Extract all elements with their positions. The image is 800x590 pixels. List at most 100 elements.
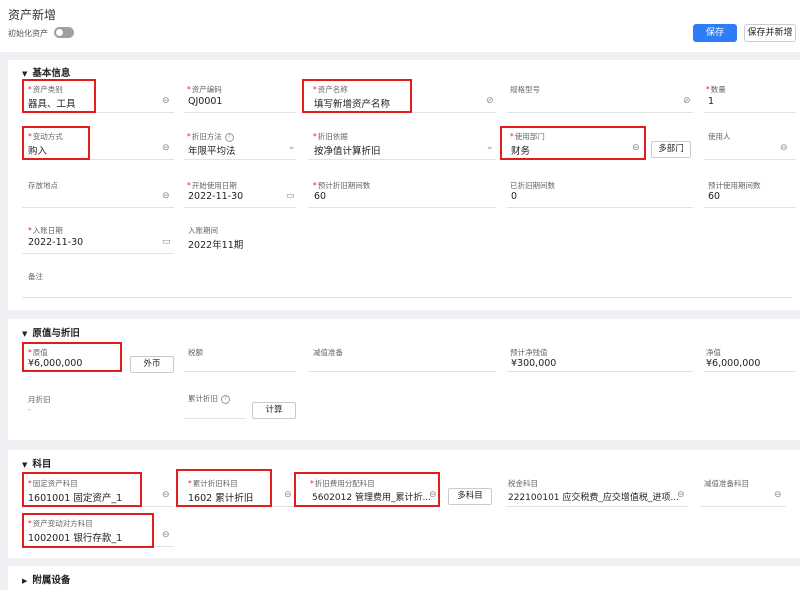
entry-period-value: 2022年11期 — [188, 240, 244, 251]
tax-label: 税额 — [188, 348, 203, 357]
edit-icon[interactable]: ⊘ — [486, 96, 494, 106]
init-asset-label: 初始化资产 — [8, 29, 48, 38]
highlight-box — [22, 513, 154, 548]
remark-input[interactable] — [22, 297, 792, 298]
start-date-label: *开始使用日期 — [187, 181, 237, 190]
calendar-icon[interactable]: ▭ — [162, 237, 171, 247]
highlight-box — [22, 472, 142, 507]
spec-underline — [507, 112, 693, 113]
entry-date-underline — [22, 253, 174, 254]
dep-basis-underline — [308, 159, 496, 160]
net-value: ¥6,000,000 — [706, 358, 761, 369]
salvage-input[interactable]: ¥300,000 — [511, 358, 556, 369]
foreign-currency-button[interactable]: 外币 — [130, 356, 174, 373]
highlight-box — [22, 79, 96, 113]
multi-dept-button[interactable]: 多部门 — [651, 141, 691, 158]
impair-subject-label: 减值准备科目 — [704, 479, 749, 488]
done-periods-input[interactable]: 0 — [511, 191, 517, 202]
user-label: 使用人 — [708, 132, 731, 141]
original-value-title[interactable]: ▼ 原值与折旧 — [22, 325, 80, 339]
tax-input[interactable] — [184, 371, 296, 372]
init-asset-toggle[interactable] — [54, 27, 74, 38]
more-icon[interactable]: ⊖ — [284, 490, 292, 500]
dep-method-select[interactable]: 年限平均法 — [188, 143, 236, 157]
more-icon[interactable]: ⊖ — [677, 490, 685, 500]
dep-basis-label: *折旧依据 — [313, 132, 348, 141]
qty-underline — [704, 112, 796, 113]
spec-label: 规格型号 — [510, 85, 540, 94]
more-icon[interactable]: ⊖ — [162, 191, 170, 201]
collapse-caret-icon: ▼ — [22, 70, 28, 78]
accum-dep-label: 累计折旧? — [188, 393, 230, 404]
user-underline — [704, 159, 796, 160]
original-value-section — [8, 319, 800, 440]
tax-subject-underline — [506, 506, 688, 507]
expand-caret-icon: ▶ — [22, 577, 28, 585]
qty-label: *数量 — [706, 85, 726, 94]
chevron-down-icon[interactable]: ⌄ — [486, 142, 494, 152]
highlight-box — [176, 469, 272, 507]
done-periods-underline — [507, 207, 693, 208]
entry-date-label: *入账日期 — [28, 226, 63, 235]
page-header — [0, 0, 800, 52]
help-icon: ? — [224, 132, 234, 142]
more-icon[interactable]: ⊖ — [162, 143, 170, 153]
dep-method-label: *折旧方法? — [187, 131, 234, 142]
location-underline — [22, 207, 174, 208]
highlight-box — [302, 79, 412, 113]
edit-icon[interactable]: ⊘ — [683, 96, 691, 106]
location-label: 存放地点 — [28, 181, 58, 190]
net-underline — [704, 371, 796, 372]
use-periods-underline — [704, 207, 796, 208]
impair-label: 减值准备 — [313, 348, 343, 357]
dep-basis-select[interactable]: 按净值计算折旧 — [314, 143, 381, 157]
collapse-caret-icon: ▼ — [22, 461, 28, 469]
impair-input[interactable] — [308, 371, 496, 372]
more-icon[interactable]: ⊖ — [162, 490, 170, 500]
start-date-input[interactable]: 2022-11-30 — [188, 191, 243, 202]
collapse-caret-icon: ▼ — [22, 330, 28, 338]
code-underline — [184, 112, 296, 113]
calendar-icon[interactable]: ▭ — [286, 191, 295, 201]
est-periods-input[interactable]: 60 — [314, 191, 326, 202]
highlight-box — [294, 472, 440, 507]
code-input[interactable]: QJ0001 — [188, 96, 222, 107]
highlight-box — [22, 126, 90, 160]
start-date-underline — [184, 207, 296, 208]
done-periods-label: 已折旧期间数 — [510, 181, 555, 190]
multi-subject-button[interactable]: 多科目 — [448, 488, 492, 505]
page-title: 资产新增 — [8, 8, 57, 22]
subject-title[interactable]: ▼ 科目 — [22, 456, 51, 470]
dep-method-underline — [184, 159, 296, 160]
save-button[interactable]: 保存 — [693, 24, 737, 42]
est-periods-underline — [308, 207, 496, 208]
highlight-box — [22, 342, 122, 372]
entry-period-label: 入账期间 — [188, 226, 218, 235]
code-label: *资产编码 — [187, 85, 222, 94]
entry-date-input[interactable]: 2022-11-30 — [28, 237, 83, 248]
basic-info-title[interactable]: ▼ 基本信息 — [22, 65, 70, 79]
help-icon: ? — [221, 394, 230, 404]
save-and-add-button[interactable]: 保存并新增 — [744, 24, 796, 42]
calculate-button[interactable]: 计算 — [252, 402, 296, 419]
use-periods-input[interactable]: 60 — [708, 191, 720, 202]
more-icon[interactable]: ⊖ — [780, 143, 788, 153]
impair-subject-input[interactable] — [700, 506, 786, 507]
salvage-underline — [507, 371, 693, 372]
monthly-dep-value: - — [28, 405, 31, 414]
more-icon[interactable]: ⊖ — [774, 490, 782, 500]
net-label: 净值 — [706, 348, 721, 357]
tax-subject-value[interactable]: 222100101 应交税费_应交增值税_进项... — [508, 490, 679, 503]
more-icon[interactable]: ⊖ — [162, 530, 170, 540]
accum-dep-input[interactable] — [184, 418, 246, 419]
tax-subject-label: 税金科目 — [508, 479, 538, 488]
more-icon[interactable]: ⊖ — [162, 96, 170, 106]
remark-label: 备注 — [28, 272, 43, 281]
attached-devices-title[interactable]: ▶ 附属设备 — [22, 572, 70, 586]
chevron-down-icon[interactable]: ⌄ — [288, 142, 296, 152]
highlight-box — [500, 126, 646, 160]
est-periods-label: *预计折旧期间数 — [313, 181, 371, 190]
monthly-dep-label: 月折旧 — [28, 395, 51, 404]
qty-input[interactable]: 1 — [708, 96, 714, 107]
salvage-label: 预计净残值 — [510, 348, 548, 357]
